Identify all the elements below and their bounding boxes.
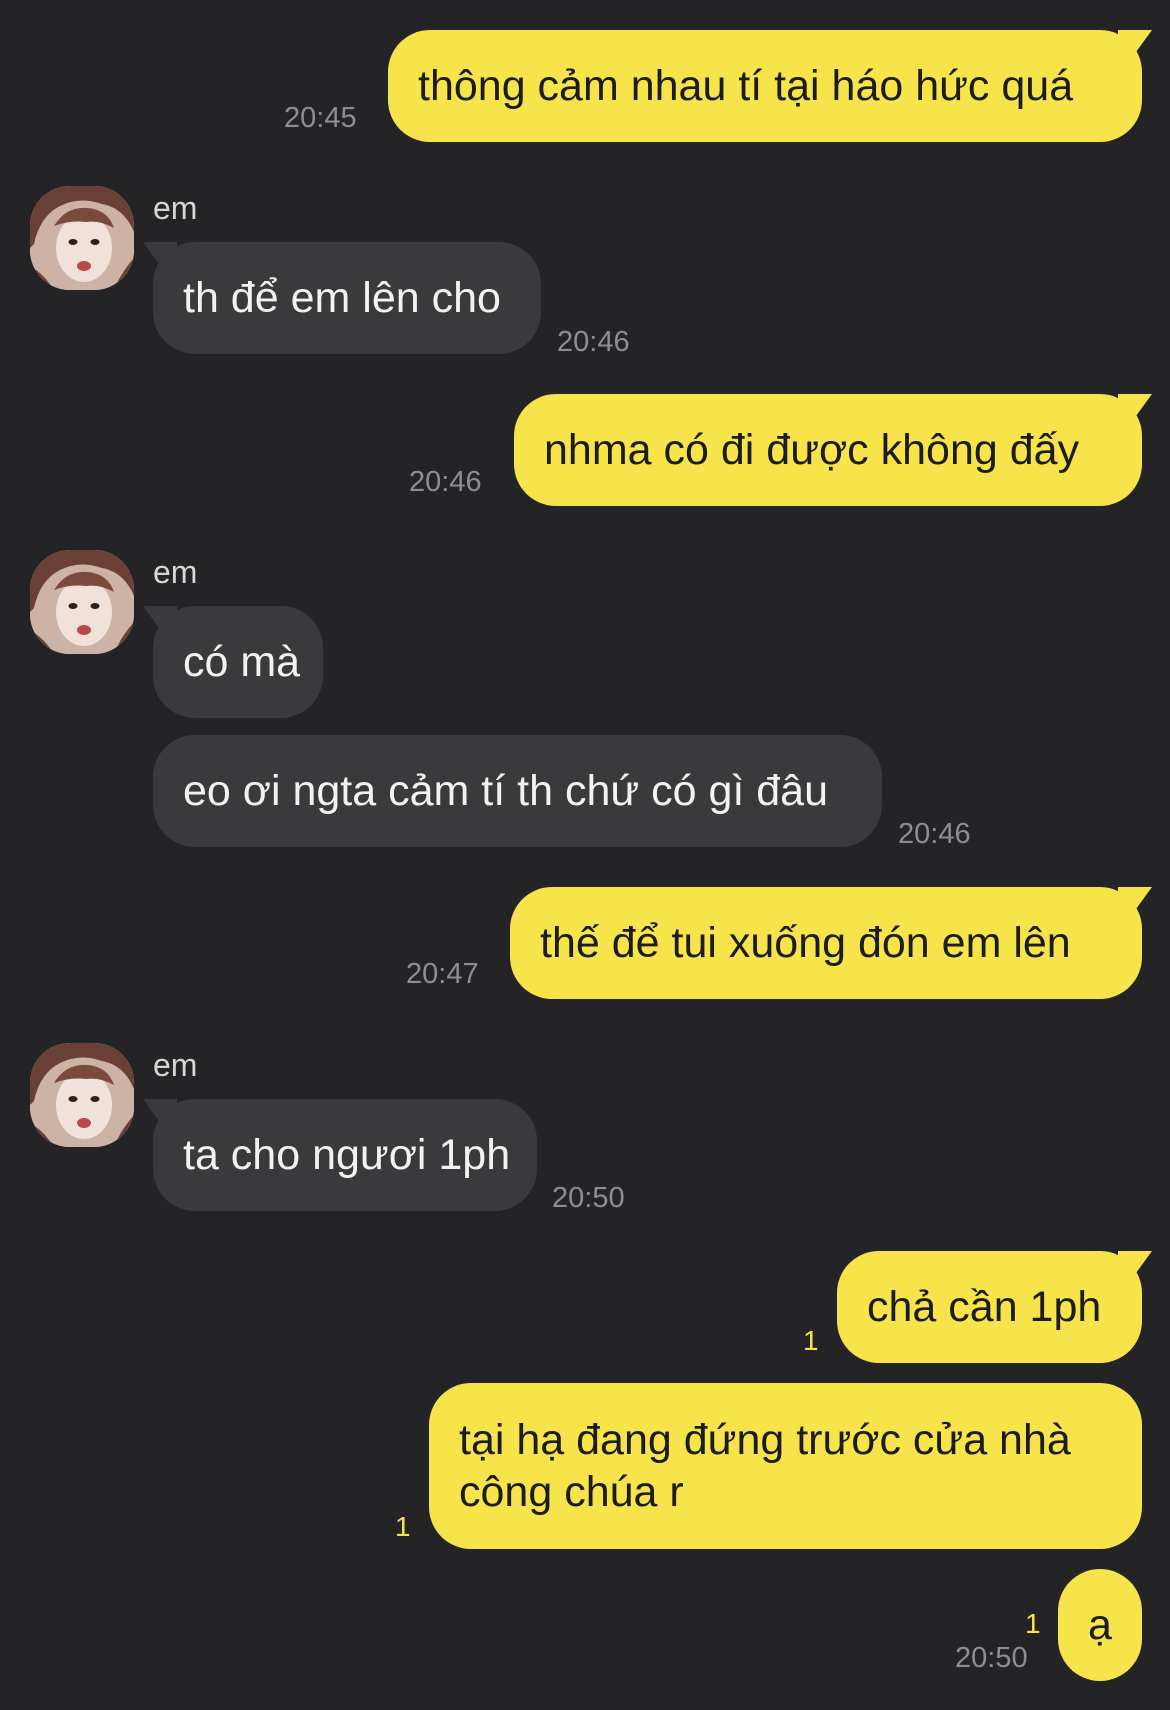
- message-text: có mà: [183, 638, 301, 686]
- message-timestamp: 20:50: [552, 1182, 625, 1214]
- message-timestamp: 20:46: [898, 818, 971, 850]
- my-message-bubble[interactable]: thế để tui xuống đón em lên: [510, 887, 1142, 999]
- my-message-bubble[interactable]: ạ: [1058, 1569, 1142, 1681]
- message-text: thế để tui xuống đón em lên: [540, 919, 1071, 967]
- message-timestamp: 20:46: [557, 326, 630, 358]
- message-text: chả cần 1ph: [867, 1283, 1102, 1331]
- unread-count: 1: [1025, 1608, 1041, 1639]
- their-message-bubble[interactable]: ta cho ngươi 1ph: [153, 1099, 537, 1211]
- message-text: nhma có đi được không đấy: [544, 426, 1080, 474]
- their-message-bubble[interactable]: có mà: [153, 606, 323, 718]
- chat-thread[interactable]: thông cảm nhau tí tại háo hức quá 20:45 …: [0, 0, 1170, 1710]
- message-text: ạ: [1088, 1601, 1112, 1649]
- contact-avatar[interactable]: [30, 186, 134, 290]
- message-text: ta cho ngươi 1ph: [183, 1131, 511, 1179]
- my-message-bubble[interactable]: thông cảm nhau tí tại háo hức quá: [388, 30, 1142, 142]
- profile-photo-icon: [30, 550, 134, 654]
- message-timestamp: 20:47: [406, 958, 479, 990]
- their-message-bubble[interactable]: eo ơi ngta cảm tí th chứ có gì đâu: [153, 735, 882, 847]
- their-message-bubble[interactable]: th để em lên cho: [153, 242, 541, 354]
- message-timestamp: 20:45: [284, 102, 357, 134]
- sender-name: em: [153, 554, 198, 590]
- message-timestamp: 20:46: [409, 466, 482, 498]
- message-text: thông cảm nhau tí tại háo hức quá: [418, 62, 1074, 110]
- unread-count: 1: [395, 1511, 411, 1542]
- sender-name: em: [153, 1047, 198, 1083]
- message-text: tại hạ đang đứng trước cửa nhà công chúa…: [459, 1416, 1071, 1516]
- message-timestamp: 20:50: [955, 1642, 1028, 1674]
- unread-count: 1: [803, 1325, 819, 1356]
- profile-photo-icon: [30, 1043, 134, 1147]
- message-text: eo ơi ngta cảm tí th chứ có gì đâu: [183, 767, 828, 815]
- my-message-bubble[interactable]: nhma có đi được không đấy: [514, 394, 1142, 506]
- contact-avatar[interactable]: [30, 1043, 134, 1147]
- profile-photo-icon: [30, 186, 134, 290]
- my-message-bubble[interactable]: chả cần 1ph: [837, 1251, 1142, 1363]
- message-text: th để em lên cho: [183, 274, 501, 322]
- sender-name: em: [153, 190, 198, 226]
- my-message-bubble[interactable]: tại hạ đang đứng trước cửa nhà công chúa…: [429, 1383, 1142, 1549]
- contact-avatar[interactable]: [30, 550, 134, 654]
